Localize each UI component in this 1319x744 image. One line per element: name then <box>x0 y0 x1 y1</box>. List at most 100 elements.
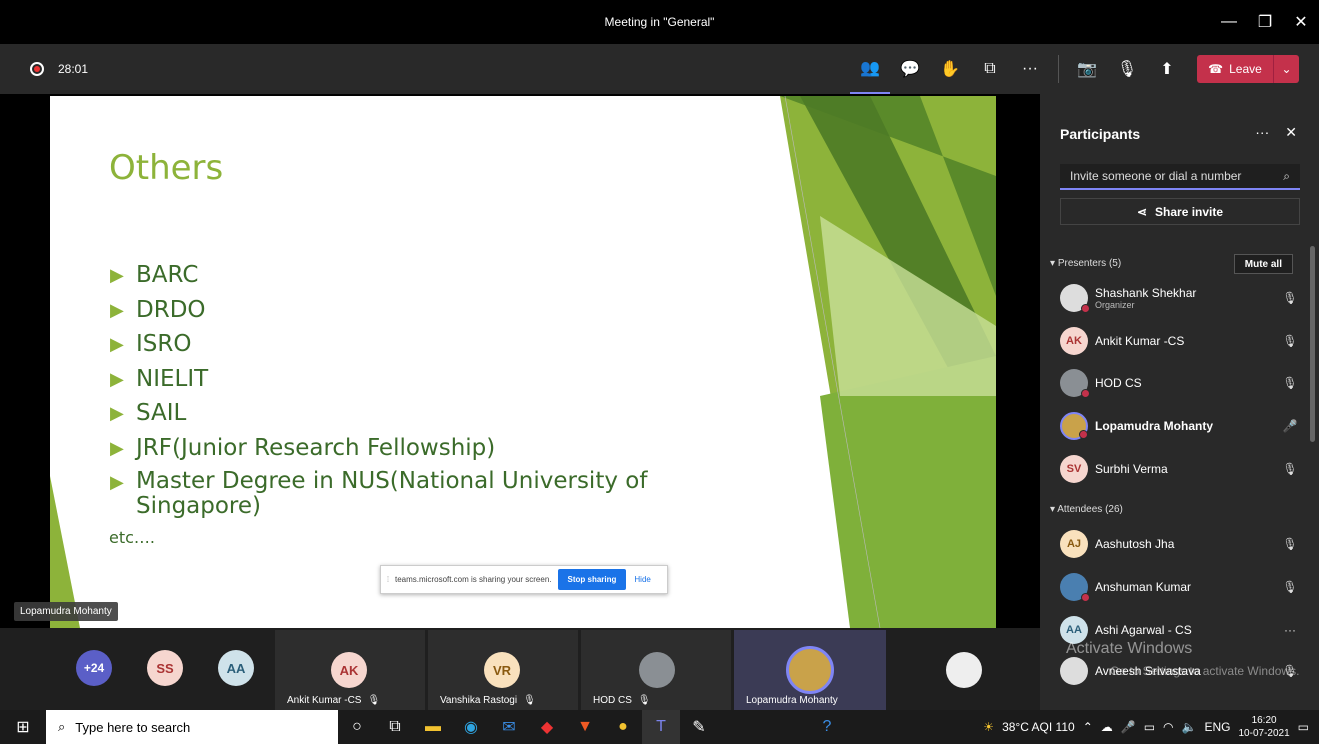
participant-name: HOD CS <box>1095 376 1142 390</box>
leave-button[interactable]: ☎ Leave ⌄ <box>1197 55 1299 83</box>
clock-time: 16:20 <box>1251 715 1277 726</box>
participant-tile[interactable]: AK Ankit Kumar -CS 🎙 <box>275 630 425 710</box>
participant-row[interactable]: Shashank Shekhar Organizer 🎙 <box>1060 281 1300 315</box>
cloud-icon[interactable]: ☁ <box>1101 720 1113 734</box>
invite-placeholder: Invite someone or dial a number <box>1070 169 1242 183</box>
hide-link[interactable]: Hide <box>634 575 650 584</box>
close-icon[interactable]: ✕ <box>1283 0 1319 44</box>
bullet-arrow-icon: ▶ <box>110 437 124 459</box>
bullet-item: ▶ BARC <box>110 262 696 297</box>
maximize-icon[interactable]: ❐ <box>1247 0 1283 44</box>
participant-role: Organizer <box>1095 300 1135 310</box>
share-invite-button[interactable]: ⋖ Share invite <box>1060 198 1300 225</box>
bullet-text: DRDO <box>136 296 206 323</box>
edge-icon[interactable]: ◉ <box>452 710 490 744</box>
chrome-icon[interactable]: ● <box>604 710 642 744</box>
participant-row[interactable]: HOD CS 🎙 <box>1060 366 1300 400</box>
activation-watermark-subtitle: Go to Settings to activate Windows. <box>1110 664 1300 678</box>
mic-off-icon: 🎙 <box>1282 537 1298 551</box>
status-icon <box>1081 593 1090 602</box>
chevron-up-icon[interactable]: ⌃ <box>1083 720 1093 734</box>
weather-text[interactable]: 38°C AQI 110 <box>1002 720 1075 734</box>
presenters-section-header[interactable]: ▾ Presenters (5) <box>1050 258 1121 269</box>
mic-icon[interactable]: 🎤 <box>1121 720 1136 734</box>
participant-tile-speaking[interactable]: Lopamudra Mohanty <box>734 630 886 710</box>
bullet-text: ISRO <box>136 331 192 357</box>
raise-hand-icon[interactable]: ✋ <box>930 44 970 94</box>
avatar[interactable]: AA <box>218 650 254 686</box>
participant-name-block: HOD CS <box>1095 376 1280 390</box>
mail-icon[interactable]: ✉ <box>490 710 528 744</box>
chevron-down-icon[interactable]: ⌄ <box>1273 55 1299 83</box>
language-indicator[interactable]: ENG <box>1204 720 1230 734</box>
mic-off-icon: 🎙 <box>1282 334 1298 348</box>
leave-main[interactable]: ☎ Leave <box>1197 62 1273 76</box>
brave-icon[interactable]: ▼ <box>566 710 604 744</box>
help-icon[interactable]: ? <box>808 710 846 744</box>
chat-icon[interactable]: 💬 <box>890 44 930 94</box>
minimize-icon[interactable]: — <box>1211 0 1247 44</box>
participant-tile[interactable]: HOD CS 🎙 <box>581 630 731 710</box>
stop-sharing-button[interactable]: Stop sharing <box>557 569 627 590</box>
tile-name: Vanshika Rastogi <box>440 695 518 706</box>
bullet-arrow-icon: ▶ <box>110 265 124 286</box>
app-icon[interactable]: ◆ <box>528 710 566 744</box>
tile-name-row: HOD CS 🎙 <box>593 695 651 706</box>
panel-scrollbar[interactable] <box>1310 246 1315 442</box>
clock[interactable]: 16:20 10-07-2021 <box>1239 714 1290 740</box>
avatar: AK <box>1060 327 1088 355</box>
more-options-icon[interactable]: ··· <box>1255 124 1269 141</box>
participant-row[interactable]: AK Ankit Kumar -CS 🎙 <box>1060 324 1300 358</box>
bullet-item: ▶ JRF(Junior Research Fellowship) <box>110 435 696 470</box>
participant-tile[interactable]: VR Vanshika Rastogi 🎙 <box>428 630 578 710</box>
participant-row[interactable]: AJ Aashutosh Jha 🎙 <box>1060 527 1300 561</box>
windows-start-icon[interactable]: ⊞ <box>0 710 46 744</box>
participant-name-block: Ankit Kumar -CS <box>1095 334 1280 348</box>
cortana-icon[interactable]: ○ <box>338 710 376 744</box>
more-options-icon[interactable]: ··· <box>1280 623 1300 637</box>
participant-name: Anshuman Kumar <box>1095 580 1192 594</box>
bullet-arrow-icon: ▶ <box>110 472 124 493</box>
participants-icon[interactable]: 👥 <box>850 44 890 94</box>
attendees-section-header[interactable]: ▾ Attendees (26) <box>1050 504 1123 515</box>
battery-icon[interactable]: ▭ <box>1144 720 1155 734</box>
notifications-icon[interactable]: ▭ <box>1298 720 1309 734</box>
bullet-item: ▶ DRDO <box>110 297 696 332</box>
tile-name-row: Lopamudra Mohanty <box>746 695 838 706</box>
teams-icon[interactable]: T <box>642 710 680 744</box>
paint-icon[interactable]: ✎ <box>680 710 718 744</box>
search-icon[interactable]: ⌕ <box>1283 169 1290 184</box>
file-explorer-icon[interactable]: ▬ <box>414 710 452 744</box>
mic-off-icon: 🎙 <box>1282 291 1298 305</box>
participant-name-block: Anshuman Kumar <box>1095 580 1280 594</box>
status-icon <box>1081 304 1090 313</box>
invite-input[interactable]: Invite someone or dial a number ⌕ <box>1060 164 1300 190</box>
meeting-controls: 👥 💬 ✋ ⧉ ··· 📷 🎙 ⬆ ☎ Leave ⌄ <box>850 44 1299 94</box>
section-label: Attendees (26) <box>1057 504 1123 515</box>
participant-row[interactable]: Lopamudra Mohanty 🎤 <box>1060 409 1300 443</box>
mic-off-icon[interactable]: 🎙 <box>1107 44 1147 94</box>
wifi-icon[interactable]: ◠ <box>1163 720 1173 734</box>
camera-off-icon[interactable]: 📷 <box>1067 44 1107 94</box>
bullet-text: SAIL <box>136 400 187 426</box>
avatar: VR <box>484 652 520 688</box>
mute-all-button[interactable]: Mute all <box>1233 254 1293 274</box>
task-view-icon[interactable]: ⧉ <box>376 710 414 744</box>
volume-icon[interactable]: 🔈 <box>1182 720 1197 734</box>
profile-photo-avatar[interactable] <box>946 652 982 688</box>
slide-footer-text: etc…. <box>109 528 155 547</box>
participant-row[interactable]: SV Surbhi Verma 🎙 <box>1060 452 1300 486</box>
participant-row[interactable]: Anshuman Kumar 🎙 <box>1060 570 1300 604</box>
share-screen-icon[interactable]: ⬆ <box>1147 44 1187 94</box>
clock-date: 10-07-2021 <box>1238 728 1290 739</box>
taskbar-search[interactable]: ⌕ Type here to search <box>46 710 338 744</box>
close-panel-icon[interactable]: ✕ <box>1285 124 1297 141</box>
overflow-count-avatar[interactable]: +24 <box>76 650 112 686</box>
avatar[interactable]: SS <box>147 650 183 686</box>
bullet-arrow-icon: ▶ <box>110 299 124 321</box>
more-options-icon[interactable]: ··· <box>1010 44 1050 94</box>
participant-name: Lopamudra Mohanty <box>1095 419 1214 433</box>
drag-handle-icon[interactable]: ⁞ <box>381 575 395 584</box>
mic-off-icon: 🎙 <box>637 695 651 706</box>
rooms-icon[interactable]: ⧉ <box>970 44 1010 94</box>
